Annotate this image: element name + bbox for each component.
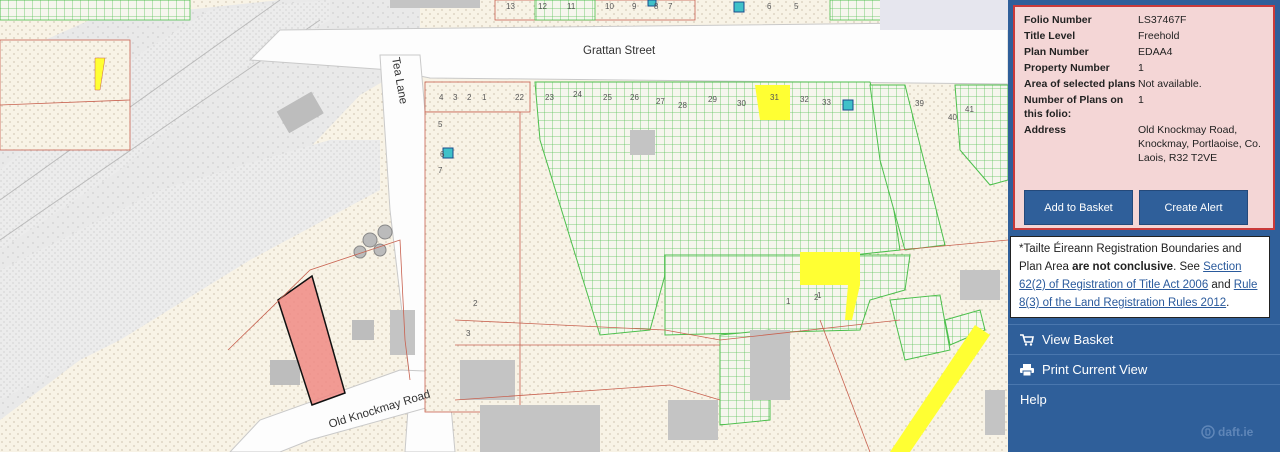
plot-number: 2 <box>467 93 472 102</box>
plot-number: 3 <box>466 329 471 338</box>
help-label: Help <box>1020 392 1047 407</box>
printer-icon <box>1020 363 1034 376</box>
folio-value: Freehold <box>1138 30 1180 42</box>
plot-number: 1 <box>482 93 487 102</box>
grattan-street-label: Grattan Street <box>583 45 656 57</box>
folio-row: Number of Plans on this folio: 1 <box>1024 93 1273 121</box>
folio-value: 1 <box>1138 62 1144 74</box>
plot-number: 2 <box>473 299 478 308</box>
plot-number: 28 <box>678 101 687 110</box>
folio-label: Number of Plans on this folio: <box>1024 94 1124 120</box>
daft-logo-icon <box>1201 425 1215 439</box>
cart-icon <box>1020 333 1034 346</box>
plot-number: 3 <box>453 93 458 102</box>
plot-number: 10 <box>605 2 614 11</box>
plot-number: 41 <box>965 105 974 114</box>
disclaimer-notice: *Tailte Éireann Registration Boundaries … <box>1010 236 1270 318</box>
folio-label: Address <box>1024 124 1067 136</box>
plot-number: 26 <box>630 93 639 102</box>
folio-value: Not available. <box>1138 78 1202 90</box>
watermark: daft.ie <box>1201 425 1253 439</box>
plot-number: 39 <box>915 99 924 108</box>
add-to-basket-button[interactable]: Add to Basket <box>1024 190 1133 225</box>
view-basket-menu-item[interactable]: View Basket <box>1008 325 1280 354</box>
plot-number: 8 <box>654 2 659 11</box>
folio-label: Folio Number <box>1024 14 1092 26</box>
folio-value: EDAA4 <box>1138 46 1173 58</box>
folio-info-box: Folio Number LS37467F Title Level Freeho… <box>1013 5 1275 230</box>
folio-value: 1 <box>1138 94 1144 106</box>
folio-row: Title Level Freehold <box>1024 29 1273 43</box>
plot-number: 23 <box>545 93 554 102</box>
view-basket-label: View Basket <box>1042 332 1114 347</box>
plot-number: 25 <box>603 93 612 102</box>
disclaimer-bold: are not conclusive <box>1072 261 1174 273</box>
folio-label: Area of selected plans <box>1024 78 1136 90</box>
plot-number: 40 <box>948 113 957 122</box>
plot-number: 5 <box>794 2 799 11</box>
plot-number: 31 <box>770 93 779 102</box>
folio-label: Property Number <box>1024 62 1110 74</box>
plot-number: 6 <box>440 150 445 159</box>
plot-number: 7 <box>438 166 443 175</box>
plot-number: 24 <box>573 90 582 99</box>
folio-label: Title Level <box>1024 30 1076 42</box>
watermark-text: daft.ie <box>1218 425 1254 439</box>
folio-row: Area of selected plans Not available. <box>1024 77 1273 91</box>
plot-number: 27 <box>656 97 665 106</box>
plot-number: 9 <box>632 2 637 11</box>
folio-value: LS37467F <box>1138 14 1187 26</box>
folio-row: Address Old Knockmay Road, Knockmay, Por… <box>1024 123 1273 165</box>
plot-number: 30 <box>737 99 746 108</box>
plot-number: 4 <box>439 93 444 102</box>
folio-details: Folio Number LS37467F Title Level Freeho… <box>1024 13 1273 167</box>
create-alert-button[interactable]: Create Alert <box>1139 190 1248 225</box>
map-canvas[interactable]: Grattan Street Tea Lane Old Knockmay Roa… <box>0 0 1008 452</box>
plot-number: 29 <box>708 95 717 104</box>
disclaimer-mid: . See <box>1173 261 1204 273</box>
plot-number: 12 <box>538 2 547 11</box>
folio-row: Plan Number EDAA4 <box>1024 45 1273 59</box>
plot-number: 1 <box>786 297 791 306</box>
folio-value: Old Knockmay Road, Knockmay, Portlaoise,… <box>1138 124 1261 164</box>
plot-number: 33 <box>822 98 831 107</box>
plot-number: 5 <box>438 120 443 129</box>
plot-number: 11 <box>567 2 576 11</box>
plot-number: 6 <box>767 2 772 11</box>
plot-number: 7 <box>668 2 673 11</box>
folio-label: Plan Number <box>1024 46 1089 58</box>
help-menu-item[interactable]: Help <box>1008 385 1280 414</box>
folio-row: Folio Number LS37467F <box>1024 13 1273 27</box>
plot-number: 22 <box>515 93 524 102</box>
plot-number: 1 <box>817 291 822 300</box>
folio-row: Property Number 1 <box>1024 61 1273 75</box>
plot-number: 32 <box>800 95 809 104</box>
plot-number: 13 <box>506 2 515 11</box>
print-view-label: Print Current View <box>1042 362 1148 377</box>
print-view-menu-item[interactable]: Print Current View <box>1008 355 1280 384</box>
disclaimer-end: . <box>1226 297 1230 309</box>
disclaimer-and: and <box>1208 279 1234 291</box>
